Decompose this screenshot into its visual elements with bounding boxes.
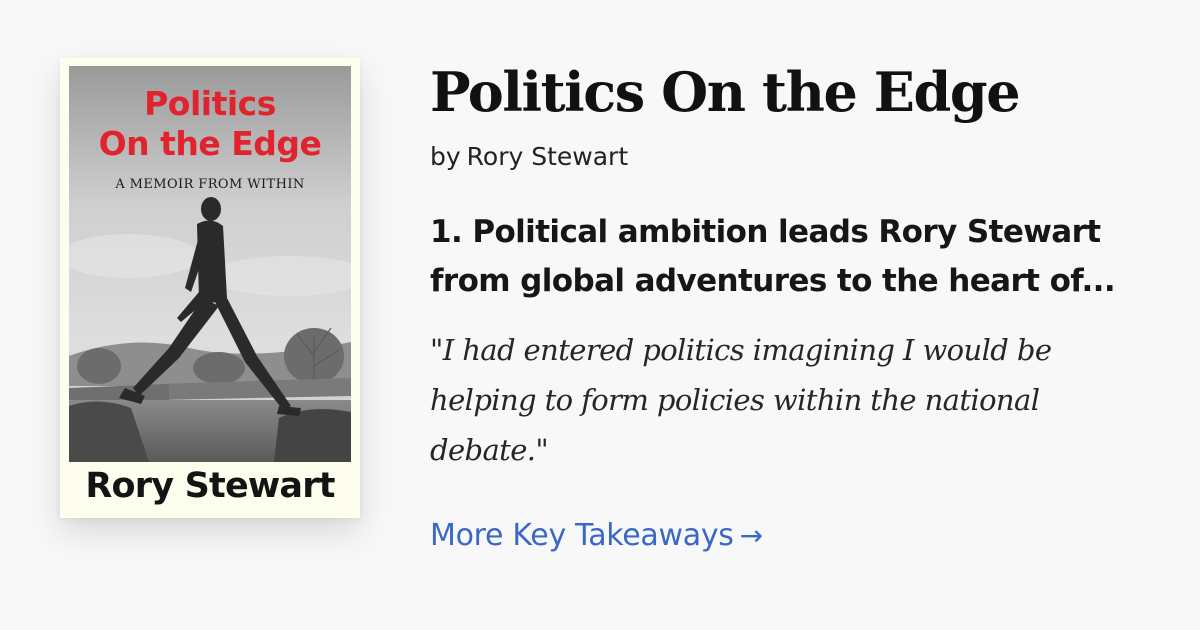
book-cover: Politics On the Edge A MEMOIR FROM WITHI… (60, 58, 360, 518)
cover-title-line2: On the Edge (98, 124, 322, 163)
author-name: Rory Stewart (466, 142, 629, 171)
key-takeaway-heading: 1. Political ambition leads Rory Stewart… (430, 208, 1170, 306)
cover-author: Rory Stewart (85, 466, 335, 506)
more-key-takeaways-label: More Key Takeaways (430, 518, 734, 553)
byline: by Rory Stewart (430, 140, 628, 174)
key-takeaway-line: 1. Political ambition leads Rory Stewart (430, 214, 1101, 250)
arrow-right-icon: → (739, 519, 763, 552)
cover-title-line1: Politics (144, 84, 276, 123)
key-takeaway-line: from global adventures to the heart of..… (430, 263, 1116, 299)
cover-photograph: Politics On the Edge A MEMOIR FROM WITHI… (69, 66, 351, 462)
byline-prefix: by (430, 142, 461, 171)
cover-subtitle: A MEMOIR FROM WITHIN (115, 177, 305, 192)
quote-line: "I had entered politics imagining I woul… (430, 333, 1052, 367)
quote-line: helping to form policies within the nati… (430, 383, 1040, 417)
book-title: Politics On the Edge (430, 60, 1021, 124)
more-key-takeaways-link[interactable]: More Key Takeaways → (430, 514, 763, 558)
book-quote: "I had entered politics imagining I woul… (430, 325, 1180, 475)
quote-line: debate." (430, 433, 549, 467)
